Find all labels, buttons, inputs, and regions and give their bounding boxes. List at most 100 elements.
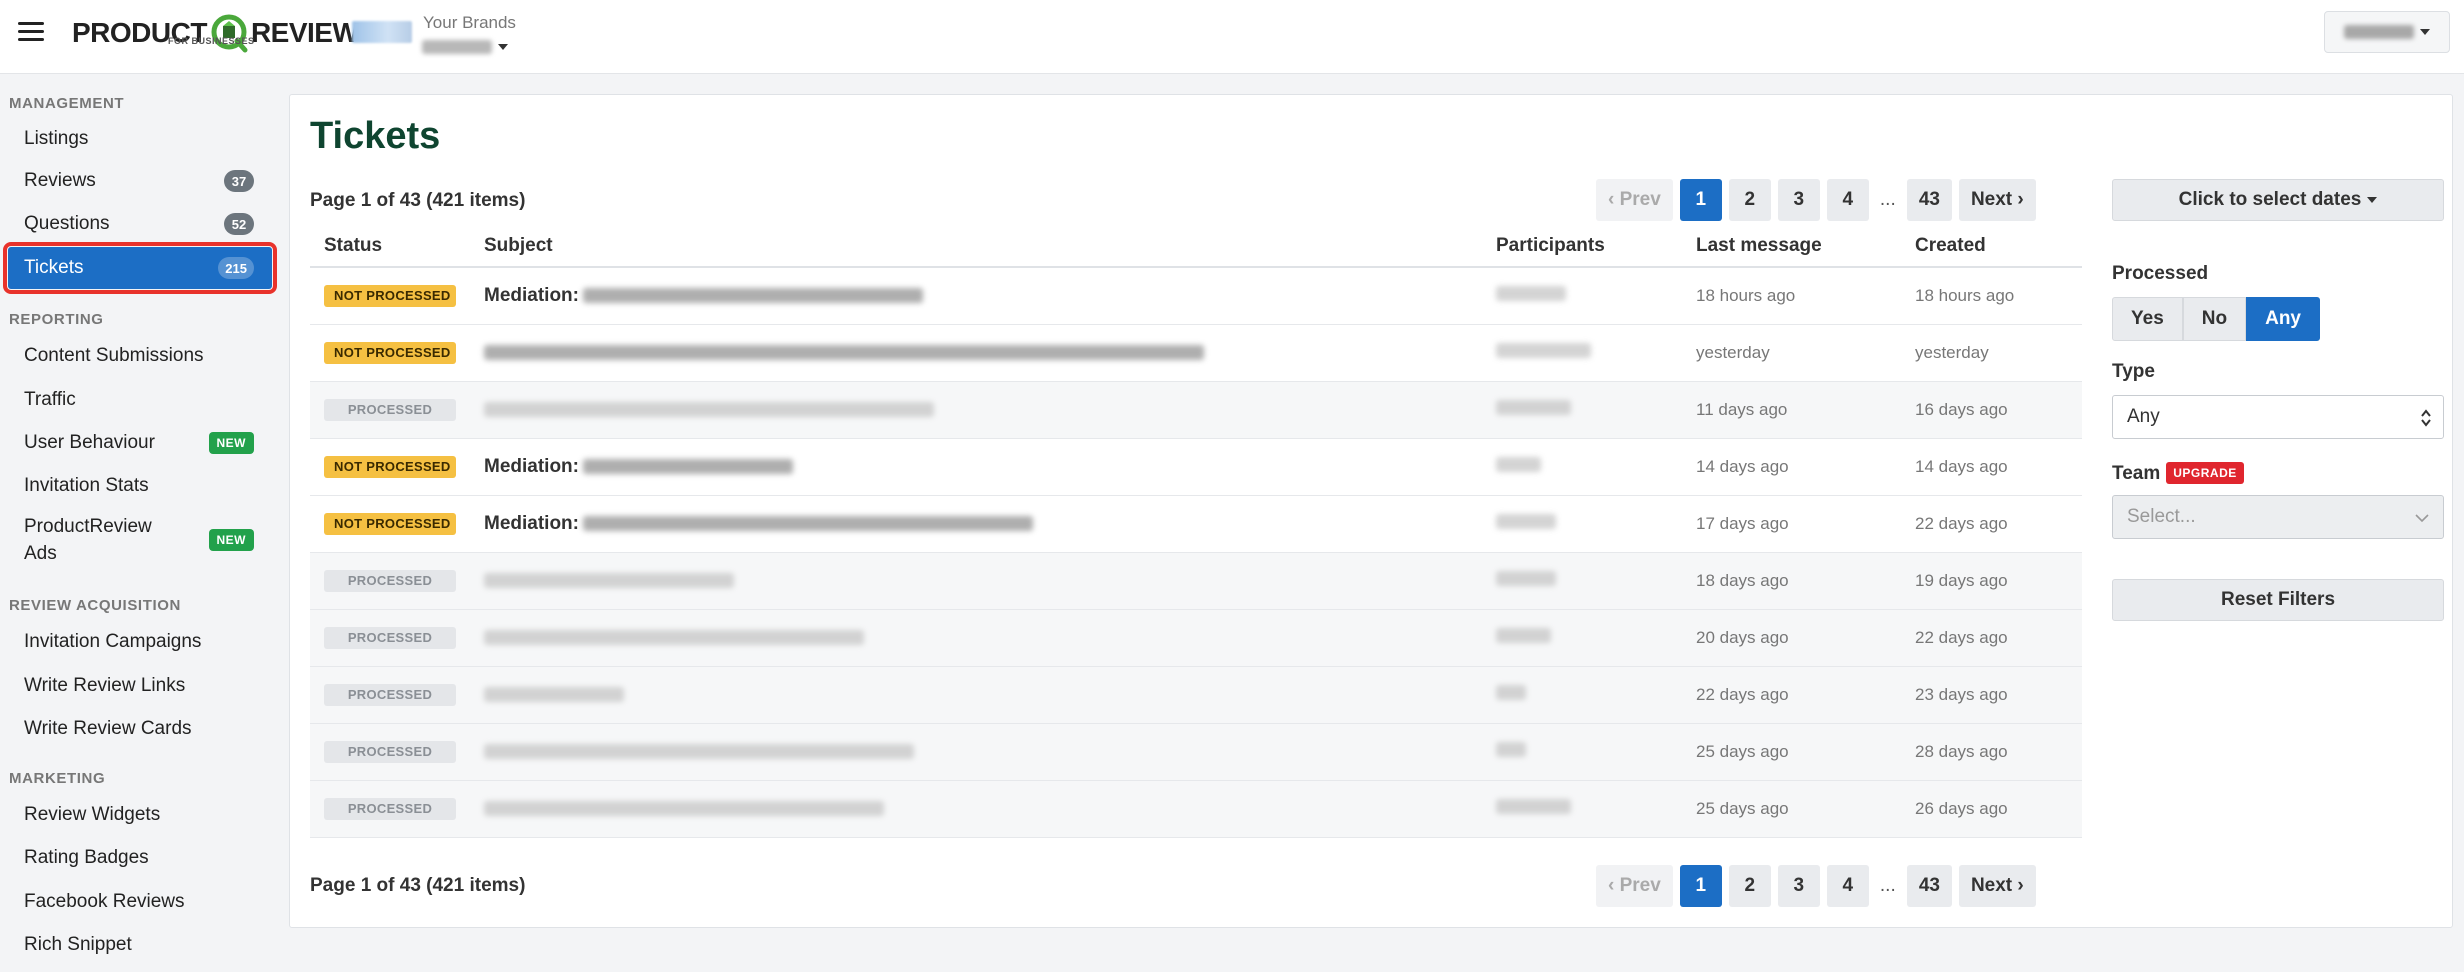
last-message-cell: yesterday [1682,324,1901,382]
status-badge: NOT PROCESSED [324,512,456,535]
ticket-subject-link[interactable] [484,345,1482,360]
last-message-cell: 11 days ago [1682,381,1901,439]
subject-cell[interactable]: Mediation: [470,267,1482,325]
page-2-button[interactable]: 2 [1728,179,1771,221]
logo-subtitle: FOR BUSINESSES [168,36,255,46]
sidebar-item-traffic[interactable]: Traffic [8,379,272,421]
subject-cell[interactable]: Mediation: [470,438,1482,496]
table-row[interactable]: PROCESSED 18 days ago 19 days ago [310,552,2082,610]
sidebar-item-write-review-cards[interactable]: Write Review Cards [8,708,272,750]
ticket-subject-link[interactable] [484,573,1482,588]
sidebar-item-reviews[interactable]: Reviews 37 [8,160,272,202]
column-header-subject[interactable]: Subject [470,225,1482,268]
table-row[interactable]: NOT PROCESSED Mediation: 14 days ago 14 day… [310,438,2082,496]
last-page-button[interactable]: 43 [1906,865,1952,907]
sidebar-item-label: Write Review Cards [24,718,192,739]
table-row[interactable]: NOT PROCESSED Mediation: 17 days ago 22 day… [310,495,2082,553]
status-badge: PROCESSED [324,797,456,820]
page-2-button[interactable]: 2 [1728,865,1771,907]
table-row[interactable]: PROCESSED 25 days ago 28 days ago [310,723,2082,781]
table-row[interactable]: PROCESSED 20 days ago 22 days ago [310,609,2082,667]
sidebar-item-productreview-ads[interactable]: ProductReview Ads NEW [8,510,272,570]
ticket-subject-link[interactable]: Mediation: [484,513,1482,535]
sidebar-item-facebook-reviews[interactable]: Facebook Reviews [8,881,272,923]
page-4-button[interactable]: 4 [1826,179,1869,221]
sidebar-item-label: Tickets [24,257,84,278]
status-cell: PROCESSED [310,552,470,610]
processed-no-button[interactable]: No [2182,297,2247,341]
column-header-participants[interactable]: Participants [1482,225,1682,268]
subject-text-redacted [583,459,793,474]
user-name-redacted [2344,25,2414,39]
subject-cell[interactable]: Mediation: [470,495,1482,553]
ticket-subject-link[interactable]: Mediation: [484,456,1482,478]
subject-cell[interactable] [470,324,1482,382]
page-3-button[interactable]: 3 [1777,865,1820,907]
status-badge: PROCESSED [324,569,456,592]
team-select[interactable]: Select... [2112,495,2444,539]
productreview-logo[interactable]: PRODUCT REVIEW [72,10,359,56]
sidebar-item-listings[interactable]: Listings [8,118,272,160]
ticket-subject-link[interactable] [484,744,1482,759]
participants-cell [1482,780,1682,838]
sidebar-item-tickets[interactable]: Tickets 215 [3,242,277,294]
prev-page-button[interactable]: ‹ Prev [1596,179,1673,221]
processed-any-button[interactable]: Any [2246,297,2320,341]
created-cell: 26 days ago [1901,780,2082,838]
table-row[interactable]: PROCESSED 11 days ago 16 days ago [310,381,2082,439]
column-header-last-message[interactable]: Last message [1682,225,1901,268]
page-1-button[interactable]: 1 [1679,865,1722,907]
participants-cell [1482,495,1682,553]
sidebar-item-invitation-stats[interactable]: Invitation Stats [8,465,272,507]
table-row[interactable]: PROCESSED 25 days ago 26 days ago [310,780,2082,838]
sidebar-item-label: Write Review Links [24,675,186,696]
sidebar-item-rating-badges[interactable]: Rating Badges [8,837,272,879]
subject-cell[interactable] [470,552,1482,610]
sidebar-item-questions[interactable]: Questions 52 [8,203,272,245]
ticket-subject-link[interactable] [484,402,1482,417]
column-header-created[interactable]: Created [1901,225,2082,268]
column-header-status[interactable]: Status [310,225,470,268]
ticket-subject-link[interactable] [484,630,1482,645]
ticket-subject-link[interactable] [484,687,1482,702]
next-page-button[interactable]: Next › [1958,179,2036,221]
reset-filters-button[interactable]: Reset Filters [2112,579,2444,621]
chevron-down-icon [2367,197,2378,203]
select-updown-icon [2421,409,2431,427]
page-1-button[interactable]: 1 [1679,179,1722,221]
brand-selector[interactable] [422,38,508,56]
prev-page-button[interactable]: ‹ Prev [1596,865,1673,907]
type-select[interactable]: Any [2112,395,2444,439]
processed-yes-button[interactable]: Yes [2112,297,2183,341]
subject-cell[interactable] [470,609,1482,667]
page-3-button[interactable]: 3 [1777,179,1820,221]
table-row[interactable]: NOT PROCESSED yesterday yesterday [310,324,2082,382]
user-menu-button[interactable] [2324,11,2450,53]
hamburger-menu-icon[interactable] [18,22,44,42]
sidebar-item-label: User Behaviour [24,432,155,453]
sidebar-item-invitation-campaigns[interactable]: Invitation Campaigns [8,621,272,663]
subject-cell[interactable] [470,780,1482,838]
date-range-button[interactable]: Click to select dates [2112,179,2444,221]
team-select-placeholder: Select... [2127,506,2196,527]
tickets-table: Status Subject Participants Last message… [310,225,2082,838]
table-row[interactable]: NOT PROCESSED Mediation: 18 hours ago 18 ho… [310,267,2082,325]
table-row[interactable]: PROCESSED 22 days ago 23 days ago [310,666,2082,724]
last-page-button[interactable]: 43 [1906,179,1952,221]
sidebar-item-label: Rating Badges [24,847,149,868]
subject-cell[interactable] [470,666,1482,724]
ticket-subject-link[interactable] [484,801,1482,816]
ticket-subject-link[interactable]: Mediation: [484,285,1482,307]
sidebar-item-content-submissions[interactable]: Content Submissions [8,335,272,377]
sidebar-item-rich-snippet[interactable]: Rich Snippet [8,924,272,966]
participants-cell [1482,438,1682,496]
subject-cell[interactable] [470,723,1482,781]
sidebar-item-user-behaviour[interactable]: User Behaviour NEW [8,422,272,464]
sidebar-item-review-widgets[interactable]: Review Widgets [8,794,272,836]
processed-toggle-group: Yes No Any [2112,297,2320,341]
next-page-button[interactable]: Next › [1958,865,2036,907]
upgrade-badge[interactable]: UPGRADE [2166,462,2244,484]
page-4-button[interactable]: 4 [1826,865,1869,907]
sidebar-item-write-review-links[interactable]: Write Review Links [8,665,272,707]
subject-cell[interactable] [470,381,1482,439]
